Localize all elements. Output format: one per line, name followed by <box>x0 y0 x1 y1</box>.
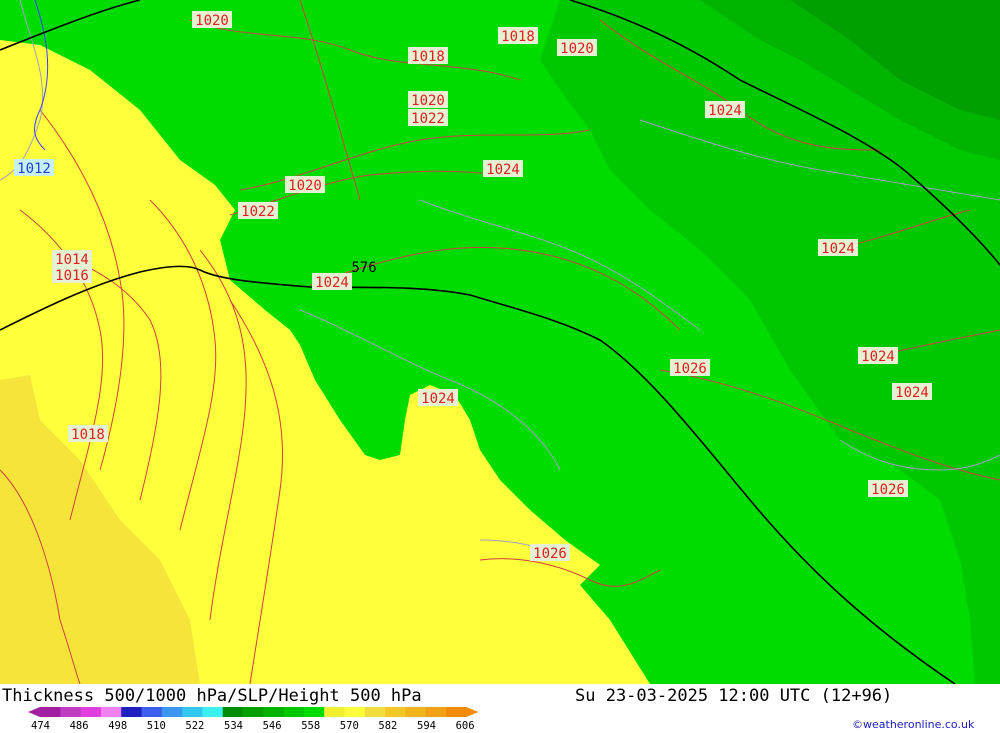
legend-label: 522 <box>185 720 205 732</box>
isobar-label: 1018 <box>498 27 538 45</box>
isobar-label: 1026 <box>530 544 570 562</box>
svg-text:1026: 1026 <box>673 361 707 377</box>
legend-swatch <box>243 707 264 717</box>
legend-swatch <box>283 707 305 717</box>
legend-swatch <box>161 707 183 717</box>
svg-text:1020: 1020 <box>560 41 594 57</box>
legend-arrow-left <box>28 707 40 717</box>
isobar-label: 1024 <box>892 383 932 401</box>
svg-text:1024: 1024 <box>895 385 929 401</box>
svg-text:1022: 1022 <box>411 111 445 127</box>
isobar-label: 1018 <box>68 425 108 443</box>
isobar-label: 1026 <box>868 480 908 498</box>
legend-swatch <box>324 707 345 717</box>
isobar-label: 1020 <box>408 91 448 109</box>
legend-swatch <box>425 707 447 717</box>
isobar-label: 576 <box>351 260 376 276</box>
legend-swatch <box>202 707 224 717</box>
legend-label: 570 <box>339 720 359 732</box>
svg-text:1024: 1024 <box>708 103 742 119</box>
svg-text:1012: 1012 <box>17 161 51 177</box>
isobar-label: 1012 <box>14 159 54 177</box>
legend-swatch <box>385 707 406 717</box>
legend-label: 594 <box>417 720 436 732</box>
svg-text:1024: 1024 <box>486 162 520 178</box>
svg-text:1018: 1018 <box>411 49 445 65</box>
isobar-label: 1024 <box>418 389 458 407</box>
legend-swatch <box>60 707 82 717</box>
svg-text:576: 576 <box>351 260 376 276</box>
legend-label: 510 <box>146 720 166 732</box>
legend-label: 546 <box>262 720 282 732</box>
isobar-label: 1020 <box>192 11 232 29</box>
isobar-label: 1024 <box>818 239 858 257</box>
legend-swatch <box>100 707 122 717</box>
legend-swatch <box>121 707 142 717</box>
legend-swatch <box>344 707 366 717</box>
svg-text:1024: 1024 <box>421 391 455 407</box>
credit-link[interactable]: ©weatheronline.co.uk <box>852 718 974 731</box>
isobar-label: 1024 <box>858 347 898 365</box>
legend-label: 606 <box>455 720 475 732</box>
map-title: Thickness 500/1000 hPa/SLP/Height 500 hP… <box>2 686 422 706</box>
isobar-label: 1022 <box>238 202 278 220</box>
legend-swatch <box>141 707 163 717</box>
isobar-label: 1026 <box>670 359 710 377</box>
valid-time: Su 23-03-2025 12:00 UTC (12+96) <box>575 686 893 706</box>
isobar-label: 1022 <box>408 109 448 127</box>
isobar-label: 1024 <box>483 160 523 178</box>
svg-text:1024: 1024 <box>315 275 349 291</box>
legend-label: 474 <box>31 720 50 732</box>
legend-swatch <box>364 707 386 717</box>
svg-text:1024: 1024 <box>821 241 855 257</box>
legend-label: 486 <box>69 720 89 732</box>
svg-text:1018: 1018 <box>501 29 535 45</box>
svg-text:1020: 1020 <box>411 93 445 109</box>
isobar-label: 1024 <box>705 101 745 119</box>
isobar-label: 1020 <box>557 39 597 57</box>
isobar-label: 1018 <box>408 47 448 65</box>
isobar-label: 1020 <box>285 176 325 194</box>
svg-text:1022: 1022 <box>241 204 275 220</box>
legend-swatch <box>222 707 244 717</box>
legend-swatch <box>263 707 285 717</box>
legend-swatch <box>446 707 467 717</box>
svg-text:1016: 1016 <box>55 268 89 284</box>
thickness-map: 1020 1018 1018 1020 1020 1022 1024 1012 1024 1020… <box>0 0 1000 684</box>
svg-text:1020: 1020 <box>195 13 229 29</box>
legend-swatch <box>40 707 61 717</box>
svg-text:1024: 1024 <box>861 349 895 365</box>
legend-arrow-right <box>466 707 479 717</box>
isobar-label: 1014 <box>52 250 92 268</box>
legend-swatch <box>80 707 102 717</box>
legend-swatch <box>182 707 203 717</box>
legend-label: 582 <box>378 720 398 732</box>
isobar-label: 1024 <box>312 273 352 291</box>
svg-text:1026: 1026 <box>533 546 567 562</box>
legend-swatch <box>405 707 427 717</box>
legend-label: 534 <box>224 720 243 732</box>
legend-swatch <box>303 707 325 717</box>
legend-colorbar <box>28 707 479 717</box>
svg-text:1026: 1026 <box>871 482 905 498</box>
color-legend: 474 486 498 510 522 534 546 558 570 582 594 606 <box>0 704 520 733</box>
svg-text:1018: 1018 <box>71 427 105 443</box>
legend-label: 498 <box>108 720 128 732</box>
svg-text:1014: 1014 <box>55 252 89 268</box>
isobar-label: 1016 <box>52 266 92 284</box>
legend-label: 558 <box>301 720 321 732</box>
svg-text:1020: 1020 <box>288 178 322 194</box>
